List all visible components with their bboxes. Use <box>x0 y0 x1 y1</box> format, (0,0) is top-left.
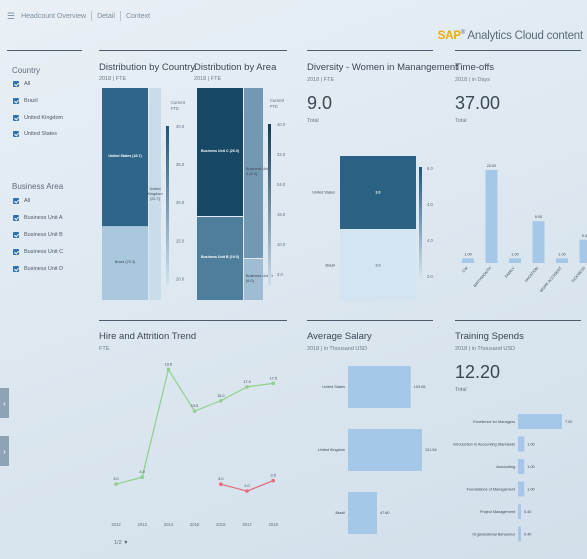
bar-value-label: 1.00 <box>527 443 534 447</box>
bar-value-label: 7.00 <box>565 420 572 424</box>
bar-category-label: Foundations of Management <box>467 488 516 492</box>
bar-category-label: Organizational Behaviour <box>472 533 515 537</box>
bar-category-label: Excellence for Managers <box>473 420 515 424</box>
bar-value-label: 1.00 <box>527 488 534 492</box>
training-chart: 7.00 Excellence for Managers 1.00 Introduct… <box>453 414 572 542</box>
bar-category-label: Project Management <box>480 510 516 514</box>
bar-training <box>518 414 562 429</box>
bar-training <box>518 526 521 542</box>
bar-value-label: 1.00 <box>527 465 534 469</box>
bar-training <box>518 481 525 497</box>
bar-value-label: 0.40 <box>524 533 531 537</box>
bar-training <box>518 459 525 474</box>
bar-category-label: Introduction to Accounting Standards <box>453 443 515 447</box>
bar-category-label: Accounting <box>496 465 515 469</box>
bar-value-label: 0.40 <box>524 510 531 514</box>
bar-training <box>518 504 521 519</box>
bar-training <box>518 436 525 452</box>
